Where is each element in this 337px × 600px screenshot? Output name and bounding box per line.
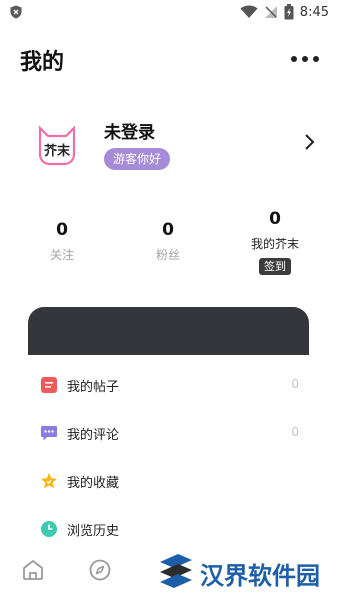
menu-label: 我的帖子 [67, 380, 120, 395]
wifi-icon [240, 5, 258, 18]
stat-value: 0 [162, 220, 174, 240]
avatar-logo-text: 芥末 [44, 143, 71, 159]
more-dot-icon [291, 56, 297, 62]
chevron-right-icon [305, 134, 315, 150]
stat-my-jiemo[interactable]: 0 我的芥末 签到 [225, 209, 325, 275]
post-icon [41, 377, 57, 393]
menu-count: 0 [291, 425, 299, 439]
compass-icon[interactable] [88, 558, 112, 582]
stats-row: 0 关注 0 粉丝 0 我的芥末 签到 [0, 205, 337, 285]
username: 未登录 [104, 123, 155, 143]
avatar-logo-icon: 芥末 [28, 114, 86, 172]
battery-charging-icon [284, 4, 294, 20]
more-dot-icon [302, 56, 308, 62]
menu-item-my-comments[interactable]: 我的评论 0 [0, 410, 337, 458]
guest-badge: 游客你好 [104, 148, 171, 170]
watermark-logo-icon [160, 554, 192, 588]
stat-label: 粉丝 [155, 248, 180, 262]
watermark: 汉界软件园 [154, 548, 324, 592]
menu-item-my-posts[interactable]: 我的帖子 0 [0, 362, 337, 410]
stat-value: 0 [269, 209, 281, 229]
clock-icon [41, 521, 57, 537]
menu-label: 我的收藏 [67, 476, 120, 491]
menu-item-history[interactable]: 浏览历史 [0, 506, 337, 554]
shield-icon [10, 5, 22, 19]
avatar[interactable]: 芥末 [28, 114, 86, 172]
no-signal-icon [264, 6, 277, 18]
stat-label: 关注 [49, 248, 74, 262]
menu-label: 我的评论 [67, 428, 120, 443]
status-time: 8:45 [299, 4, 329, 20]
stat-following[interactable]: 0 关注 [12, 220, 112, 263]
stat-value: 0 [56, 220, 68, 240]
comment-icon [41, 426, 57, 441]
menu-item-favorites[interactable]: 我的收藏 [0, 458, 337, 506]
menu-list: 我的帖子 0 我的评论 0 我的收藏 浏览历史 [0, 362, 337, 554]
more-options-button[interactable] [291, 52, 319, 66]
member-card[interactable] [28, 307, 309, 355]
status-bar: 8:45 [0, 0, 337, 24]
star-icon [41, 473, 57, 489]
stat-followers[interactable]: 0 粉丝 [118, 220, 218, 263]
sign-in-button[interactable]: 签到 [259, 258, 291, 275]
watermark-text: 汉界软件园 [200, 562, 320, 590]
menu-label: 浏览历史 [67, 524, 120, 539]
more-dot-icon [313, 56, 319, 62]
profile-row[interactable]: 芥末 未登录 游客你好 [0, 108, 337, 184]
stat-label: 我的芥末 [250, 237, 299, 251]
page-title: 我的 [20, 50, 65, 75]
menu-count: 0 [291, 377, 299, 391]
home-icon[interactable] [21, 558, 45, 582]
